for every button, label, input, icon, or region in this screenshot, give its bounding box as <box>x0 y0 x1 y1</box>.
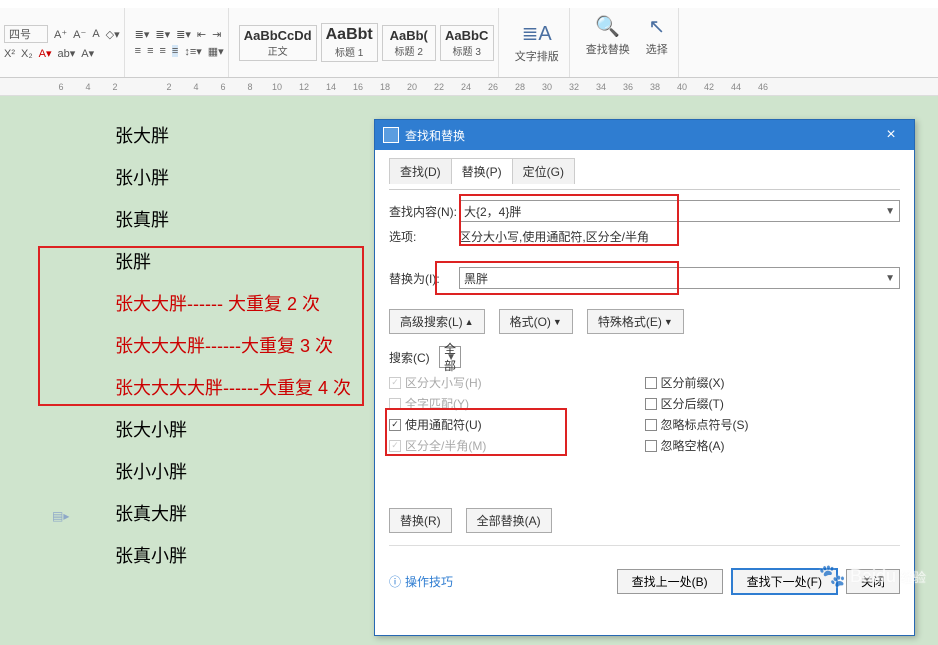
font-group: 四号 A⁺ A⁻ A ◇▾ X² X₂ A▾ ab▾ A▾ <box>0 8 125 77</box>
chevron-down-icon: ▼ <box>553 317 562 327</box>
chevron-down-icon: ▼ <box>664 317 673 327</box>
search-scope-label: 搜索(C) <box>389 349 439 366</box>
superscript-icon[interactable]: X² <box>4 48 15 60</box>
options-value: 区分大小写,使用通配符,区分全/半角 <box>459 228 649 245</box>
find-prev-button[interactable]: 查找上一处(B) <box>617 569 723 594</box>
editing-group: 🔍查找替换 ↖选择 <box>576 8 679 77</box>
doc-line[interactable]: 张真小胖 <box>115 534 351 576</box>
line-spacing-icon[interactable]: ↕≡▾ <box>184 45 201 58</box>
numbering-icon[interactable]: ≣▾ <box>155 28 170 41</box>
advanced-search-button[interactable]: 高级搜索(L)▲ <box>389 309 485 334</box>
checkbox-case: ✓ <box>389 377 401 389</box>
document-body[interactable]: 张大胖张小胖张真胖张胖张大大胖------ 大重复 2 次张大大大胖------… <box>115 114 351 576</box>
style-h2[interactable]: AaBb(标题 2 <box>382 25 436 61</box>
shading-icon[interactable]: ▦▾ <box>208 45 224 58</box>
find-next-button[interactable]: 查找下一处(F) <box>731 568 838 595</box>
doc-line[interactable]: 张大大大胖------大重复 3 次 <box>115 324 351 366</box>
style-normal[interactable]: AaBbCcDd正文 <box>239 25 317 61</box>
checkbox-wildcard[interactable]: ✓ <box>389 419 401 431</box>
decrease-font-icon[interactable]: A⁻ <box>73 28 86 41</box>
tips-link[interactable]: ⓘ操作技巧 <box>389 573 453 590</box>
dialog-icon <box>383 127 399 143</box>
chevron-up-icon: ▲ <box>465 317 474 327</box>
align-justify-icon[interactable]: ≡ <box>172 45 178 57</box>
font-color-icon[interactable]: A▾ <box>39 47 52 60</box>
cursor-icon: ↖ <box>648 14 665 39</box>
replace-button[interactable]: 替换(R) <box>389 508 452 533</box>
doc-line[interactable]: 张大胖 <box>115 114 351 156</box>
checkbox-suffix[interactable] <box>645 398 657 410</box>
change-case-icon[interactable]: A <box>92 28 99 40</box>
multilevel-icon[interactable]: ≣▾ <box>176 28 191 41</box>
checkbox-wholeword <box>389 398 401 410</box>
ribbon-tabs <box>0 0 938 8</box>
replace-input[interactable]: 黑胖▼ <box>459 267 900 289</box>
find-label: 查找内容(N): <box>389 203 459 220</box>
select-button[interactable]: ↖选择 <box>640 10 674 75</box>
ribbon: 四号 A⁺ A⁻ A ◇▾ X² X₂ A▾ ab▾ A▾ ≣▾ ≣▾ ≣▾ ⇤… <box>0 8 938 78</box>
dialog-title: 查找和替换 <box>405 127 465 144</box>
increase-font-icon[interactable]: A⁺ <box>54 28 67 41</box>
typeset-group: ≣A文字排版 <box>505 8 570 77</box>
highlight-icon[interactable]: ab▾ <box>57 47 75 60</box>
doc-line[interactable]: 张大大胖------ 大重复 2 次 <box>115 282 351 324</box>
style-h1[interactable]: AaBbt标题 1 <box>321 23 378 62</box>
dialog-tabs: 查找(D) 替换(P) 定位(G) <box>389 158 900 184</box>
checkbox-punct[interactable] <box>645 419 657 431</box>
find-replace-dialog: 查找和替换 × 查找(D) 替换(P) 定位(G) 查找内容(N): 大{2，4… <box>374 119 915 636</box>
align-center-icon[interactable]: ≡ <box>147 45 153 57</box>
styles-group: AaBbCcDd正文 AaBbt标题 1 AaBb(标题 2 AaBbC标题 3 <box>235 8 499 77</box>
doc-line[interactable]: 张小胖 <box>115 156 351 198</box>
checkbox-prefix[interactable] <box>645 377 657 389</box>
format-button[interactable]: 格式(O)▼ <box>499 309 573 334</box>
doc-line[interactable]: 张真大胖 <box>115 492 351 534</box>
font-icon[interactable]: A▾ <box>81 47 94 60</box>
special-format-button[interactable]: 特殊格式(E)▼ <box>587 309 684 334</box>
align-right-icon[interactable]: ≡ <box>159 45 165 57</box>
ruler: 6422468101214161820222426283032343638404… <box>0 78 938 96</box>
find-replace-button[interactable]: 🔍查找替换 <box>580 10 636 75</box>
dialog-titlebar[interactable]: 查找和替换 × <box>375 120 914 150</box>
chevron-down-icon[interactable]: ▼ <box>446 352 456 363</box>
doc-line[interactable]: 张大小胖 <box>115 408 351 450</box>
tab-goto[interactable]: 定位(G) <box>512 158 575 184</box>
tab-replace[interactable]: 替换(P) <box>451 158 513 184</box>
search-icon: 🔍 <box>595 14 620 39</box>
search-scope-select[interactable]: 全部▼ <box>439 346 461 368</box>
doc-line[interactable]: 张真胖 <box>115 198 351 240</box>
close-icon[interactable]: × <box>876 126 906 144</box>
checkbox-space[interactable] <box>645 440 657 452</box>
tab-find[interactable]: 查找(D) <box>389 158 452 184</box>
chevron-down-icon[interactable]: ▼ <box>885 206 895 217</box>
bullets-icon[interactable]: ≣▾ <box>135 28 150 41</box>
typeset-button[interactable]: ≣A文字排版 <box>509 17 565 68</box>
side-marker-icon: ▤▸ <box>52 509 69 523</box>
doc-line[interactable]: 张小小胖 <box>115 450 351 492</box>
options-label: 选项: <box>389 228 459 245</box>
indent-inc-icon[interactable]: ⇥ <box>212 28 221 41</box>
find-input[interactable]: 大{2，4}胖▼ <box>459 200 900 222</box>
indent-dec-icon[interactable]: ⇤ <box>197 28 206 41</box>
chevron-down-icon[interactable]: ▼ <box>885 273 895 284</box>
info-icon: ⓘ <box>389 573 401 590</box>
checkbox-fullhalf: ✓ <box>389 440 401 452</box>
doc-line[interactable]: 张大大大大胖------大重复 4 次 <box>115 366 351 408</box>
paragraph-group: ≣▾ ≣▾ ≣▾ ⇤ ⇥ ≡ ≡ ≡ ≡ ↕≡▾ ▦▾ <box>131 8 229 77</box>
replace-all-button[interactable]: 全部替换(A) <box>466 508 552 533</box>
replace-label: 替换为(I): <box>389 270 459 287</box>
doc-line[interactable]: 张胖 <box>115 240 351 282</box>
font-size-select[interactable]: 四号 <box>4 25 48 43</box>
typeset-icon: ≣A <box>522 21 552 46</box>
dialog-close-button[interactable]: 关闭 <box>846 569 900 594</box>
align-left-icon[interactable]: ≡ <box>135 45 141 57</box>
clear-format-icon[interactable]: ◇▾ <box>106 28 120 41</box>
subscript-icon[interactable]: X₂ <box>21 48 33 60</box>
style-h3[interactable]: AaBbC标题 3 <box>440 25 494 61</box>
